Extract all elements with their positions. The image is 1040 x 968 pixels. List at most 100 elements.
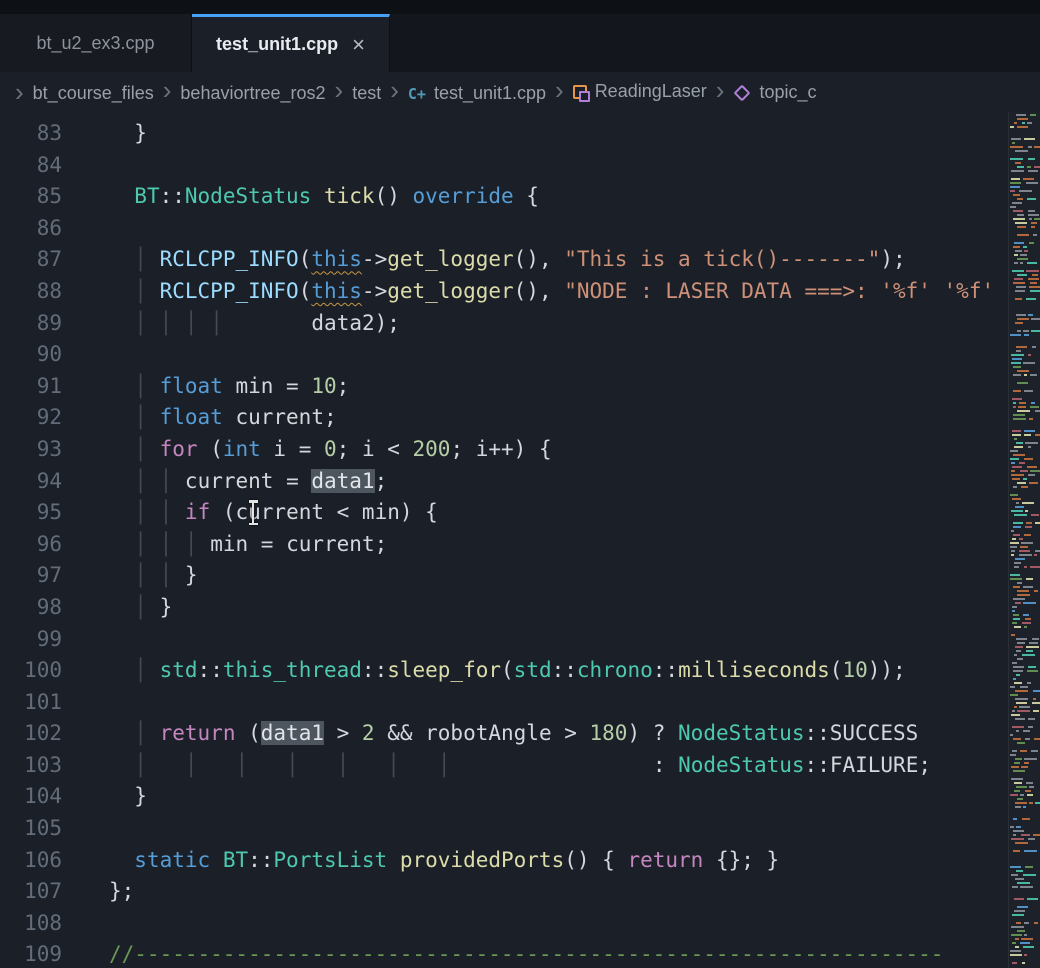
minimap-line <box>1011 934 1022 936</box>
line-number[interactable]: 98 <box>0 592 62 624</box>
code-line-88[interactable]: 88 │ RCLCPP_INFO(this->get_logger(), "NO… <box>0 276 1040 308</box>
code-line-100[interactable]: 100 │ std::this_thread::sleep_for(std::c… <box>0 655 1040 687</box>
minimap-line <box>1027 166 1031 168</box>
breadcrumb-item-topic_c[interactable]: topic_c <box>733 82 816 103</box>
tab-bt_u2_ex3[interactable]: bt_u2_ex3.cpp <box>0 14 192 72</box>
code-line-95[interactable]: 95 │ │ if (current < min) { <box>0 497 1040 529</box>
code-line-102[interactable]: 102 │ return (data1 > 2 && robotAngle > … <box>0 718 1040 750</box>
minimap-line <box>1012 270 1024 272</box>
code-line-83[interactable]: 83 } <box>0 118 1040 150</box>
line-number[interactable]: 106 <box>0 845 62 877</box>
minimap-line <box>1026 270 1039 272</box>
line-number[interactable]: 104 <box>0 781 62 813</box>
code-token: override <box>413 184 514 208</box>
minimap-line <box>1024 762 1029 764</box>
code-line-105[interactable]: 105 <box>0 813 1040 845</box>
minimap-line <box>1017 582 1022 584</box>
code-line-87[interactable]: 87 │ RCLCPP_INFO(this->get_logger(), "Th… <box>0 244 1040 276</box>
code-token: ::SUCCESS <box>804 721 918 745</box>
code-line-96[interactable]: 96 │ │ │ min = current; <box>0 529 1040 561</box>
minimap-line <box>1014 446 1023 448</box>
code-token: │ <box>134 500 147 524</box>
close-icon[interactable]: × <box>352 34 365 56</box>
minimap-line <box>1013 770 1025 772</box>
breadcrumb-item-test[interactable]: test <box>352 83 381 104</box>
code-token: ; <box>375 469 388 493</box>
code-line-98[interactable]: 98 │ } <box>0 592 1040 624</box>
code-line-86[interactable]: 86 <box>0 213 1040 245</box>
line-number[interactable]: 100 <box>0 655 62 687</box>
line-number[interactable]: 99 <box>0 624 62 656</box>
line-number[interactable]: 108 <box>0 908 62 940</box>
code-token <box>172 500 185 524</box>
line-number[interactable]: 89 <box>0 308 62 340</box>
line-number[interactable]: 94 <box>0 466 62 498</box>
minimap-line <box>1027 262 1037 264</box>
breadcrumb-label: test_unit1.cpp <box>434 83 546 104</box>
code-line-99[interactable]: 99 <box>0 624 1040 656</box>
code-line-109[interactable]: 109//-----------------------------------… <box>0 939 1040 968</box>
minimap-line <box>1033 710 1039 712</box>
code-line-92[interactable]: 92 │ float current; <box>0 402 1040 434</box>
minimap-line <box>1016 346 1027 348</box>
code-token: │ <box>160 469 173 493</box>
code-token: ( <box>299 279 312 303</box>
breadcrumb-item-ReadingLaser[interactable]: ReadingLaser <box>573 81 707 102</box>
line-number[interactable]: 95 <box>0 497 62 529</box>
line-number[interactable]: 90 <box>0 339 62 371</box>
line-number[interactable]: 102 <box>0 718 62 750</box>
line-number[interactable]: 85 <box>0 181 62 213</box>
line-number[interactable]: 103 <box>0 750 62 782</box>
minimap-line <box>1017 798 1023 800</box>
minimap-line <box>1024 922 1029 924</box>
code-line-108[interactable]: 108 <box>0 908 1040 940</box>
minimap-line <box>1019 706 1030 708</box>
line-number[interactable]: 97 <box>0 560 62 592</box>
code-line-91[interactable]: 91 │ float min = 10; <box>0 371 1040 403</box>
line-number[interactable]: 101 <box>0 687 62 719</box>
line-number[interactable]: 83 <box>0 118 62 150</box>
code-line-97[interactable]: 97 │ │ } <box>0 560 1040 592</box>
minimap-line <box>1030 374 1037 376</box>
line-number[interactable]: 107 <box>0 876 62 908</box>
code-line-93[interactable]: 93 │ for (int i = 0; i < 200; i++) { <box>0 434 1040 466</box>
code-line-89[interactable]: 89 │ │ │ │ data2); <box>0 308 1040 340</box>
line-number[interactable]: 91 <box>0 371 62 403</box>
line-number[interactable]: 88 <box>0 276 62 308</box>
minimap-line <box>1025 738 1030 740</box>
code-line-94[interactable]: 94 │ │ current = data1; <box>0 466 1040 498</box>
line-number[interactable]: 93 <box>0 434 62 466</box>
tab-test_unit1[interactable]: test_unit1.cpp × <box>192 14 390 72</box>
code-line-90[interactable]: 90 <box>0 339 1040 371</box>
code-line-84[interactable]: 84 <box>0 150 1040 182</box>
breadcrumb-item-bt_course_files[interactable]: bt_course_files <box>33 83 154 104</box>
minimap-line <box>1011 462 1015 464</box>
minimap-line <box>1011 874 1018 876</box>
minimap[interactable] <box>1008 112 1040 968</box>
mouse-cursor-ibeam <box>247 500 259 526</box>
minimap-line <box>1025 510 1028 512</box>
code-token <box>147 532 160 556</box>
line-number[interactable]: 86 <box>0 213 62 245</box>
line-number[interactable]: 87 <box>0 244 62 276</box>
line-number[interactable]: 96 <box>0 529 62 561</box>
line-number[interactable]: 92 <box>0 402 62 434</box>
line-number[interactable]: 105 <box>0 813 62 845</box>
code-line-101[interactable]: 101 <box>0 687 1040 719</box>
code-token: ) ? <box>627 721 678 745</box>
code-line-106[interactable]: 106 static BT::PortsList providedPorts()… <box>0 845 1040 877</box>
code-line-104[interactable]: 104 } <box>0 781 1040 813</box>
minimap-line <box>1035 522 1040 524</box>
minimap-line <box>1015 878 1024 880</box>
code-line-107[interactable]: 107}; <box>0 876 1040 908</box>
code-line-85[interactable]: 85 BT::NodeStatus tick() override { <box>0 181 1040 213</box>
code-editor[interactable]: 83 }8485 BT::NodeStatus tick() override … <box>0 112 1040 968</box>
line-number[interactable]: 109 <box>0 939 62 968</box>
code-line-103[interactable]: 103 │ │ │ │ │ │ │ : NodeStatus::FAILURE; <box>0 750 1040 782</box>
breadcrumb-item-behaviortree_ros2[interactable]: behaviortree_ros2 <box>180 83 325 104</box>
breadcrumb-item-test_unit1.cpp[interactable]: C+test_unit1.cpp <box>408 83 546 104</box>
code-token: ( <box>235 721 260 745</box>
minimap-line <box>1017 906 1028 908</box>
line-number[interactable]: 84 <box>0 150 62 182</box>
minimap-line <box>1028 354 1031 356</box>
